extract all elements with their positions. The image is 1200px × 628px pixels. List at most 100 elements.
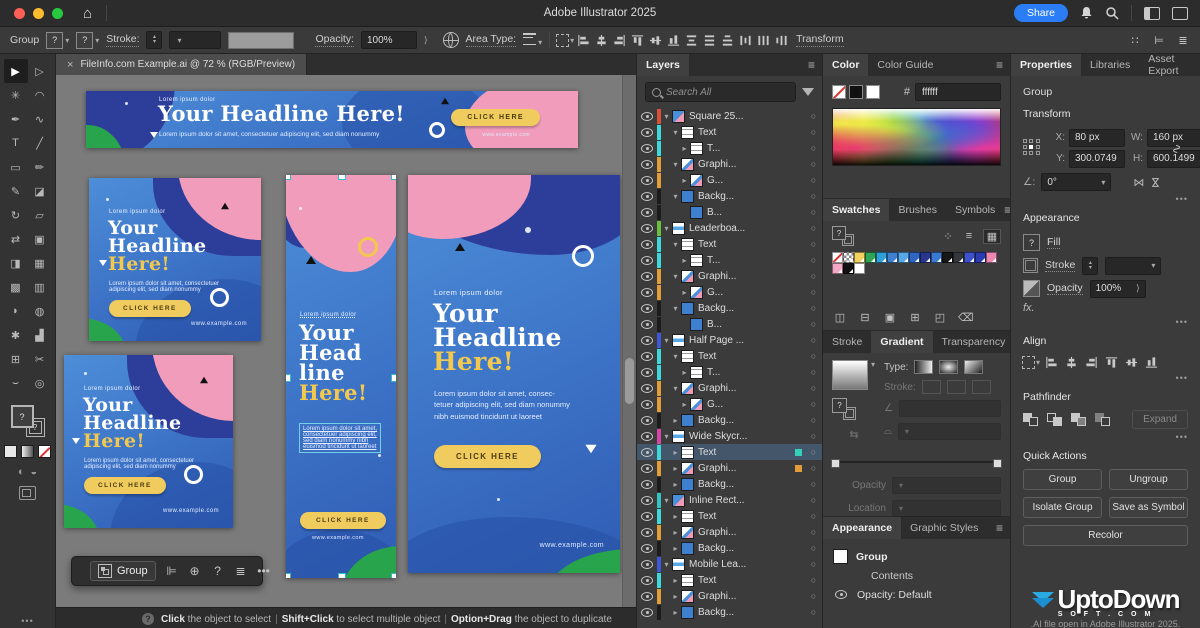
visibility-eye-icon[interactable] <box>637 608 657 617</box>
quick-action-group[interactable]: Group <box>1023 469 1102 490</box>
layer-name[interactable]: G... <box>707 175 805 186</box>
stroke-label[interactable]: Stroke: <box>106 33 139 47</box>
visibility-eye-icon[interactable] <box>637 544 657 553</box>
linear-gradient-button[interactable] <box>914 360 933 374</box>
workspace-switcher-icon[interactable] <box>1144 7 1160 20</box>
globe-icon[interactable]: ⊕ <box>188 564 202 578</box>
paintbrush-tool[interactable]: ✏ <box>28 155 52 179</box>
transform-label[interactable]: Transform <box>796 33 843 47</box>
visibility-eye-icon[interactable] <box>637 208 657 217</box>
fill-stroke-proxy[interactable]: ? <box>832 226 854 246</box>
visibility-eye-icon[interactable] <box>637 528 657 537</box>
layer-name[interactable]: G... <box>707 287 805 298</box>
layer-row[interactable]: ▸G...○ <box>637 172 822 188</box>
visibility-eye-icon[interactable] <box>637 576 657 585</box>
target-icon[interactable]: ○ <box>805 431 822 441</box>
appearance-row-group[interactable]: Group <box>833 547 1000 566</box>
edit-toolbar-icon[interactable]: ••• <box>21 616 33 626</box>
va-b-icon[interactable] <box>1143 354 1159 370</box>
opacity-row[interactable]: Opacity 100%⟩ <box>1023 277 1188 300</box>
selection-tool[interactable]: ▶ <box>4 59 28 83</box>
opacity-field[interactable]: 100% <box>361 31 417 49</box>
layer-name[interactable]: Text <box>698 127 805 138</box>
dh-l-icon[interactable] <box>737 32 753 48</box>
gradient-fill-stroke-proxy[interactable]: ? <box>832 398 856 420</box>
align-panel-icon[interactable]: ⊫ <box>165 564 179 578</box>
tab-layers[interactable]: Layers <box>637 54 689 76</box>
stack-panel-icon[interactable]: ≣ <box>1176 34 1190 47</box>
visibility-eye-icon[interactable] <box>637 352 657 361</box>
swatch[interactable] <box>898 252 909 263</box>
disclosure-icon[interactable]: ▸ <box>679 256 690 265</box>
swatch[interactable] <box>986 252 997 263</box>
layer-row[interactable]: ▸G...○ <box>637 396 822 412</box>
layer-name[interactable]: B... <box>707 319 805 330</box>
tab-appearance[interactable]: Appearance <box>823 517 901 539</box>
artboard-tool[interactable]: ⊞ <box>4 347 28 371</box>
banner-cta-button[interactable]: CLICK HERE <box>434 445 541 468</box>
new-color-group-icon[interactable]: ⊞ <box>908 311 922 324</box>
layer-name[interactable]: Square 25... <box>689 111 805 122</box>
free-transform-tool[interactable]: ▣ <box>28 227 52 251</box>
tab-color-guide[interactable]: Color Guide <box>868 54 942 76</box>
visibility-eye-icon[interactable] <box>637 176 657 185</box>
layer-name[interactable]: Backg... <box>698 607 805 618</box>
quick-action-save-as-symbol[interactable]: Save as Symbol <box>1109 497 1188 518</box>
layer-row[interactable]: B...○ <box>637 316 822 332</box>
gradient-button[interactable] <box>21 445 34 458</box>
visibility-eye-icon[interactable] <box>637 192 657 201</box>
layer-row[interactable]: ▾Graphi...○ <box>637 380 822 396</box>
disclosure-icon[interactable]: ▾ <box>670 240 681 249</box>
visibility-eye-icon[interactable] <box>637 448 657 457</box>
intersect-icon[interactable] <box>1071 413 1086 426</box>
gradient-tool[interactable]: ▥ <box>28 275 52 299</box>
dh-c-icon[interactable] <box>755 32 771 48</box>
layer-name[interactable]: Backg... <box>698 303 805 314</box>
opacity-label[interactable]: Opacity <box>1047 282 1083 295</box>
va-m-icon[interactable] <box>1123 354 1139 370</box>
transform-more-options[interactable]: ••• <box>1023 194 1188 204</box>
disclosure-icon[interactable]: ▸ <box>670 608 681 617</box>
layer-row[interactable]: ▸T...○ <box>637 252 822 268</box>
opacity-field[interactable]: 100%⟩ <box>1090 280 1146 298</box>
tab-libraries[interactable]: Libraries <box>1081 54 1139 76</box>
artboard-square[interactable]: Lorem ipsum dolor YourHeadlineHere! Lore… <box>89 178 261 341</box>
text-options-icon[interactable]: ≣ <box>234 564 248 578</box>
layer-row[interactable]: ▸G...○ <box>637 284 822 300</box>
grid-options-icon[interactable]: ∷ <box>1128 34 1142 47</box>
visibility-eye-icon[interactable] <box>637 432 657 441</box>
layer-row[interactable]: ▾Text○ <box>637 348 822 364</box>
target-icon[interactable]: ○ <box>805 447 822 457</box>
swatch[interactable] <box>854 263 865 274</box>
target-icon[interactable]: ○ <box>805 127 822 137</box>
disclosure-icon[interactable]: ▸ <box>679 368 690 377</box>
visibility-eye-icon[interactable] <box>637 240 657 249</box>
layer-row[interactable]: ▾Square 25...○ <box>637 108 822 124</box>
layer-row[interactable]: ▸T...○ <box>637 140 822 156</box>
disclosure-icon[interactable]: ▸ <box>670 544 681 553</box>
layer-row[interactable]: B...○ <box>637 204 822 220</box>
layer-name[interactable]: Text <box>698 511 805 522</box>
ha-c-icon[interactable] <box>1063 354 1079 370</box>
slice-tool[interactable]: ✂ <box>28 347 52 371</box>
disclosure-icon[interactable]: ▾ <box>661 224 672 233</box>
visibility-eye-icon[interactable] <box>637 160 657 169</box>
draw-normal-icon[interactable]: ◐ <box>18 466 25 478</box>
pathfinder-more-options[interactable]: ••• <box>1023 432 1188 442</box>
layers-search-input[interactable]: Search All <box>645 82 796 102</box>
layer-row[interactable]: ▸Backg...○ <box>637 412 822 428</box>
gradient-preview-chip[interactable] <box>832 360 868 390</box>
visibility-eye-icon[interactable] <box>637 512 657 521</box>
panel-layout-icon[interactable] <box>1172 7 1188 20</box>
target-icon[interactable]: ○ <box>805 191 822 201</box>
banner-cta-button[interactable]: CLICK HERE <box>451 109 540 126</box>
target-icon[interactable]: ○ <box>805 415 822 425</box>
layer-row[interactable]: ▾Text○ <box>637 124 822 140</box>
color-spectrum[interactable] <box>832 108 1001 166</box>
target-icon[interactable]: ○ <box>805 255 822 265</box>
target-icon[interactable]: ○ <box>805 607 822 617</box>
layer-row[interactable]: ▾Backg...○ <box>637 188 822 204</box>
layer-row[interactable]: ▸Backg...○ <box>637 476 822 492</box>
close-tab-icon[interactable]: × <box>67 59 73 71</box>
visibility-eye-icon[interactable] <box>637 416 657 425</box>
